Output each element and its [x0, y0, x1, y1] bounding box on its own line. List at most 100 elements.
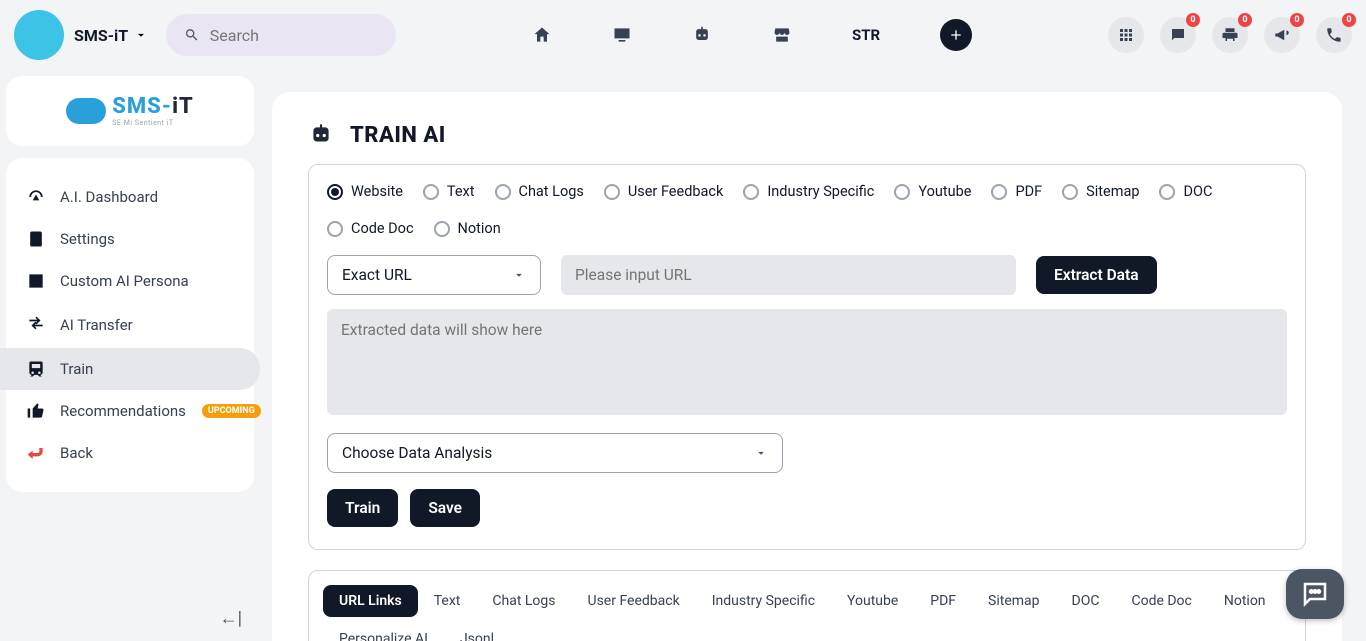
- page-title: TRAIN AI: [350, 123, 446, 148]
- header-center-nav: STR: [406, 19, 1098, 51]
- str-link[interactable]: STR: [852, 26, 880, 44]
- sidebar-item-settings[interactable]: Settings: [6, 218, 254, 260]
- radio-pdf[interactable]: PDF: [991, 183, 1042, 200]
- chat-bubble-icon: [1300, 579, 1330, 609]
- extracted-data-textarea[interactable]: [327, 309, 1287, 415]
- radio-notion[interactable]: Notion: [434, 220, 501, 237]
- radio-label: DOC: [1183, 183, 1212, 200]
- sidebar-column: SMS-iT SE-Mi Sentient iT A.I. Dashboard …: [0, 70, 260, 641]
- radio-icon: [894, 184, 910, 200]
- robot-icon: [308, 122, 334, 148]
- radio-user-feedback[interactable]: User Feedback: [604, 183, 723, 200]
- save-button[interactable]: Save: [410, 489, 480, 527]
- url-mode-select[interactable]: Exact URL: [327, 255, 541, 295]
- radio-label: User Feedback: [628, 183, 723, 200]
- tab-user-feedback[interactable]: User Feedback: [572, 585, 696, 617]
- phone-icon: [1325, 26, 1343, 44]
- sidebar-item-custom-persona[interactable]: Custom AI Persona: [6, 260, 254, 302]
- radio-sitemap[interactable]: Sitemap: [1062, 183, 1139, 200]
- radio-icon: [434, 221, 450, 237]
- tab-jsonl[interactable]: Jsonl: [444, 623, 510, 641]
- radio-label: Chat Logs: [519, 183, 584, 200]
- upcoming-badge: UPCOMING: [202, 404, 261, 418]
- apps-icon: [1117, 26, 1135, 44]
- radio-industry-specific[interactable]: Industry Specific: [743, 183, 874, 200]
- radio-icon: [991, 184, 1007, 200]
- home-icon[interactable]: [532, 25, 552, 45]
- search-box[interactable]: [166, 14, 396, 56]
- chevron-down-icon: [512, 268, 526, 282]
- monitor-icon[interactable]: [612, 25, 632, 45]
- sidebar-item-ai-transfer[interactable]: AI Transfer: [6, 302, 254, 348]
- tab-text[interactable]: Text: [418, 585, 477, 617]
- thumbs-up-icon: [26, 401, 46, 421]
- avatar[interactable]: [14, 10, 64, 60]
- id-card-icon: [26, 271, 46, 291]
- extract-data-button[interactable]: Extract Data: [1036, 256, 1157, 294]
- sidebar-nav: A.I. Dashboard Settings Custom AI Person…: [6, 158, 254, 492]
- train-icon: [26, 359, 46, 379]
- workspace-switcher[interactable]: SMS-iT: [74, 26, 148, 45]
- announcements-badge: 0: [1290, 13, 1304, 27]
- tab-youtube[interactable]: Youtube: [831, 585, 914, 617]
- radio-icon: [1062, 184, 1078, 200]
- data-analysis-select[interactable]: Choose Data Analysis: [327, 433, 783, 473]
- sidebar-item-ai-dashboard[interactable]: A.I. Dashboard: [6, 176, 254, 218]
- tab-notion[interactable]: Notion: [1208, 585, 1282, 617]
- logo-cloud-icon: [66, 98, 106, 124]
- store-icon[interactable]: [772, 25, 792, 45]
- logo-subtitle: SE-Mi Sentient iT: [112, 120, 194, 127]
- radio-youtube[interactable]: Youtube: [894, 183, 971, 200]
- results-tabs: URL Links Text Chat Logs User Feedback I…: [308, 570, 1306, 641]
- tab-url-links[interactable]: URL Links: [323, 585, 418, 617]
- tab-personalize-ai[interactable]: Personalize AI: [323, 623, 444, 641]
- main-panel: TRAIN AI Website Text Chat Logs User Fee…: [272, 92, 1342, 641]
- radio-label: Code Doc: [351, 220, 414, 237]
- robot-icon[interactable]: [692, 25, 712, 45]
- radio-icon: [495, 184, 511, 200]
- sidebar-item-recommendations[interactable]: Recommendations UPCOMING: [6, 390, 254, 432]
- radio-chat-logs[interactable]: Chat Logs: [495, 183, 584, 200]
- radio-doc[interactable]: DOC: [1159, 183, 1212, 200]
- back-arrow-icon: [26, 443, 46, 463]
- tab-pdf[interactable]: PDF: [914, 585, 972, 617]
- add-button[interactable]: [940, 19, 972, 51]
- search-input[interactable]: [210, 26, 378, 45]
- radio-code-doc[interactable]: Code Doc: [327, 220, 414, 237]
- chat-fab[interactable]: [1286, 569, 1344, 619]
- tab-code-doc[interactable]: Code Doc: [1115, 585, 1207, 617]
- radio-text[interactable]: Text: [423, 183, 475, 200]
- radio-icon: [327, 184, 343, 200]
- plus-icon: [948, 27, 964, 43]
- clipboard-icon: [26, 229, 46, 249]
- logo-text: SMS-iT SE-Mi Sentient iT: [112, 96, 194, 127]
- url-input[interactable]: [561, 255, 1016, 295]
- apps-button[interactable]: [1108, 17, 1144, 53]
- tab-doc[interactable]: DOC: [1056, 585, 1116, 617]
- tab-sitemap[interactable]: Sitemap: [972, 585, 1055, 617]
- radio-label: Youtube: [918, 183, 971, 200]
- radio-icon: [423, 184, 439, 200]
- gauge-icon: [26, 187, 46, 207]
- radio-label: Industry Specific: [767, 183, 874, 200]
- sidebar-item-back[interactable]: Back: [6, 432, 254, 474]
- sidebar-item-label: Recommendations: [60, 402, 186, 420]
- announcements-button[interactable]: 0: [1264, 17, 1300, 53]
- phone-button[interactable]: 0: [1316, 17, 1352, 53]
- search-icon: [184, 26, 200, 44]
- train-button[interactable]: Train: [327, 489, 398, 527]
- tab-industry-specific[interactable]: Industry Specific: [696, 585, 831, 617]
- source-type-radio-group: Website Text Chat Logs User Feedback Ind…: [327, 183, 1287, 237]
- radio-website[interactable]: Website: [327, 183, 403, 200]
- sidebar-item-train[interactable]: Train: [0, 348, 260, 390]
- url-row: Exact URL Extract Data: [327, 255, 1287, 295]
- collapse-sidebar-button[interactable]: ←|: [220, 608, 242, 629]
- logo-main-right: iT: [172, 94, 194, 119]
- comments-button[interactable]: 0: [1160, 17, 1196, 53]
- radio-icon: [604, 184, 620, 200]
- logo: SMS-iT SE-Mi Sentient iT: [66, 96, 194, 127]
- tab-chat-logs[interactable]: Chat Logs: [476, 585, 571, 617]
- layout-body: SMS-iT SE-Mi Sentient iT A.I. Dashboard …: [0, 70, 1366, 641]
- print-button[interactable]: 0: [1212, 17, 1248, 53]
- comment-icon: [1169, 26, 1187, 44]
